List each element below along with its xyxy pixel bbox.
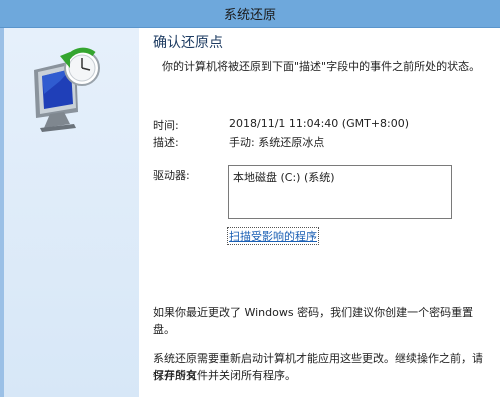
drives-label: 驱动器: [153, 169, 190, 182]
scan-affected-programs-link[interactable]: 扫描受影响的程序 [227, 227, 319, 245]
window-title: 系统还原 [223, 8, 276, 23]
restart-note-line-2: 打开的文件并关闭所有程序。 [153, 369, 296, 382]
title-bar: 系统还原 [0, 0, 500, 28]
main-panel: 确认还原点 你的计算机将被还原到下面"描述"字段中的事件之前所处的状态。 时间:… [139, 28, 500, 397]
description-label: 描述: [153, 136, 179, 149]
page-title: 确认还原点 [153, 35, 223, 51]
confirm-description: 你的计算机将被还原到下面"描述"字段中的事件之前所处的状态。 [162, 60, 481, 73]
drives-list[interactable]: 本地磁盘 (C:) (系统) [228, 165, 452, 219]
system-restore-icon [20, 46, 120, 136]
description-value: 手动: 系统还原冰点 [229, 136, 325, 149]
list-item[interactable]: 本地磁盘 (C:) (系统) [233, 169, 335, 185]
time-label: 时间: [153, 119, 179, 132]
time-value: 2018/11/1 11:04:40 (GMT+8:00) [229, 117, 410, 130]
password-reset-note: 如果你最近更改了 Windows 密码，我们建议你创建一个密码重置盘。 [153, 306, 474, 336]
sidebar-edge [0, 28, 4, 397]
